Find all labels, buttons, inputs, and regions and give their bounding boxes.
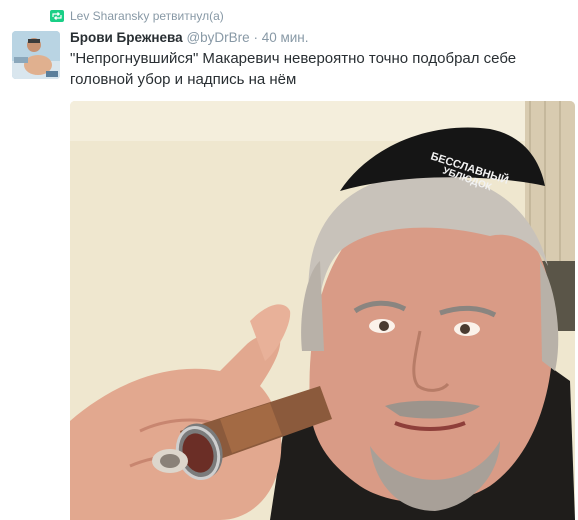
author-username[interactable]: @byDrBre — [186, 30, 249, 45]
tweet-text: "Непрогнувшийся" Макаревич невероятно то… — [70, 50, 517, 88]
retweet-context: Lev Sharansky ретвитнул(а) — [50, 8, 224, 24]
tweet-header: Брови Брежнева @byDrBre · 40 мин. — [70, 29, 309, 47]
tweet-timestamp[interactable]: 40 мин. — [262, 30, 309, 45]
retweet-icon — [50, 10, 64, 22]
retweeter-link[interactable]: Lev Sharansky — [70, 9, 149, 23]
separator: · — [253, 30, 258, 45]
retweet-action: ретвитнул(а) — [152, 9, 224, 23]
avatar[interactable] — [12, 31, 60, 79]
tweet[interactable]: Lev Sharansky ретвитнул(а) Брови Брежнев… — [0, 0, 578, 520]
tweet-photo[interactable]: БЕССЛАВНЫЙ УБЛЮДОК — [70, 101, 575, 520]
author-fullname[interactable]: Брови Брежнева — [70, 30, 183, 45]
